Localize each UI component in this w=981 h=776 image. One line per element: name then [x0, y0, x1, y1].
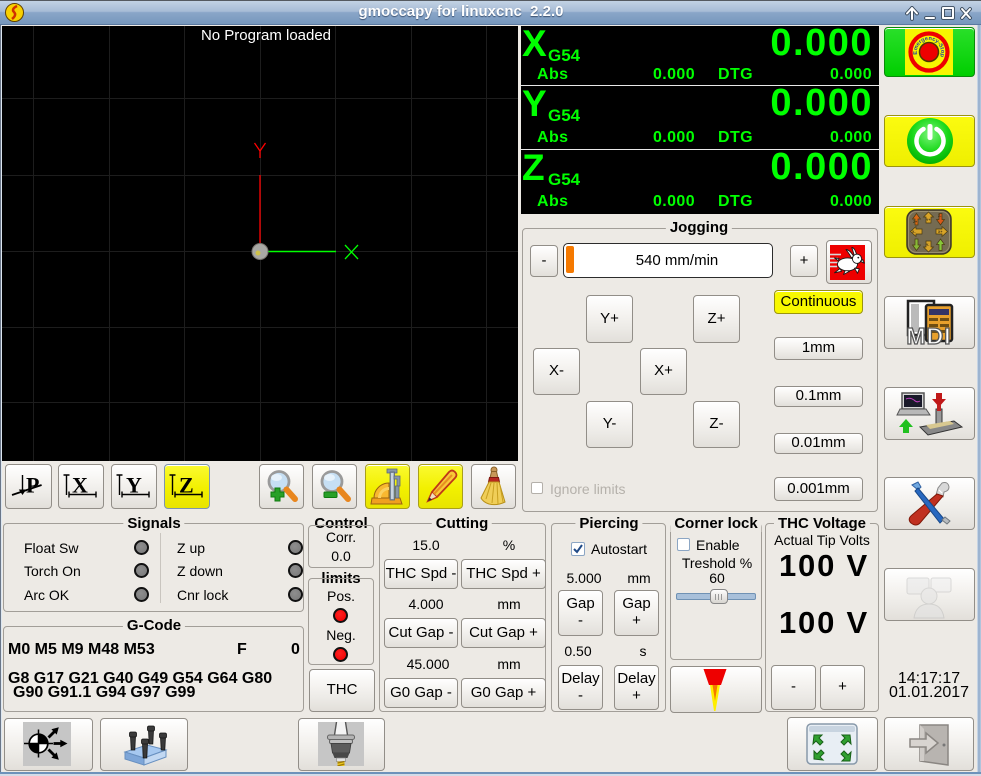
svg-text:P: P — [26, 473, 39, 498]
svg-text:X+: X+ — [938, 230, 942, 234]
svg-text:X: X — [72, 473, 88, 498]
svg-text:Z: Z — [179, 473, 194, 498]
svg-text:No Program loaded: No Program loaded — [201, 27, 331, 44]
svg-text:Y+: Y+ — [926, 218, 930, 222]
svg-text:Y: Y — [126, 473, 142, 498]
svg-text:Z+: Z+ — [913, 220, 917, 224]
svg-text:MDI: MDI — [906, 323, 951, 347]
